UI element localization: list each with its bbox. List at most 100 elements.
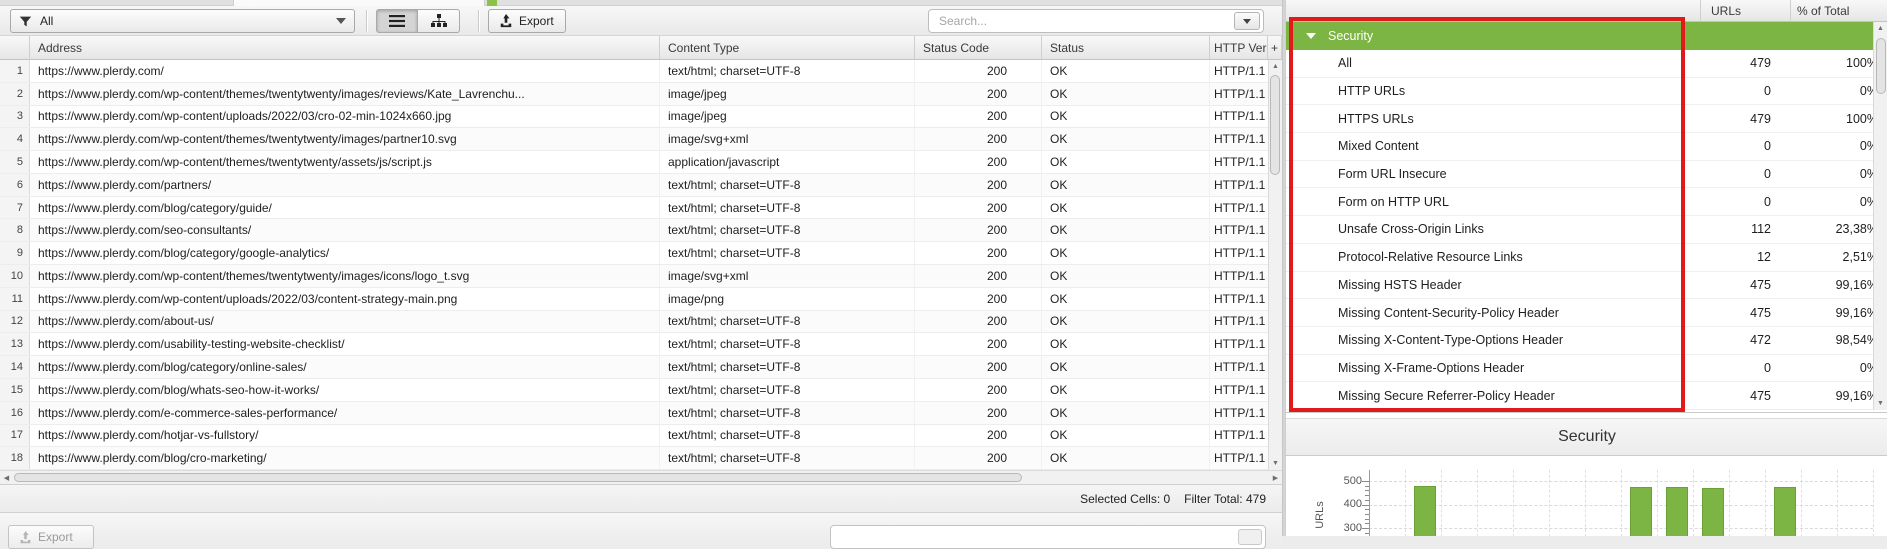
column-header-status-code[interactable]: Status Code xyxy=(915,36,1042,60)
table-vertical-scrollbar[interactable]: ▲ ▼ xyxy=(1268,60,1281,470)
lower-pane-export-button[interactable]: Export xyxy=(8,525,94,549)
address-cell[interactable]: https://www.plerdy.com/usability-testing… xyxy=(30,333,660,355)
overview-filter-row[interactable]: Missing X-Content-Type-Options Header472… xyxy=(1286,327,1887,355)
address-cell[interactable]: https://www.plerdy.com/blog/whats-seo-ho… xyxy=(30,379,660,401)
status-code-cell[interactable]: 200 xyxy=(915,197,1042,219)
content-type-cell[interactable]: text/html; charset=UTF-8 xyxy=(660,333,915,355)
address-cell[interactable]: https://www.plerdy.com/ xyxy=(30,60,660,82)
scroll-right-arrow-icon[interactable]: ▶ xyxy=(1269,471,1282,484)
status-cell[interactable]: OK xyxy=(1042,219,1210,241)
overview-filter-row[interactable]: Missing Secure Referrer-Policy Header475… xyxy=(1286,382,1887,410)
status-code-cell[interactable]: 200 xyxy=(915,128,1042,150)
status-code-cell[interactable]: 200 xyxy=(915,242,1042,264)
address-cell[interactable]: https://www.plerdy.com/wp-content/upload… xyxy=(30,106,660,128)
address-cell[interactable]: https://www.plerdy.com/wp-content/themes… xyxy=(30,265,660,287)
scroll-down-arrow-icon[interactable]: ▼ xyxy=(1269,457,1282,470)
overview-filter-row[interactable]: Mixed Content00% xyxy=(1286,133,1887,161)
content-type-cell[interactable]: image/png xyxy=(660,288,915,310)
address-cell[interactable]: https://www.plerdy.com/blog/cro-marketin… xyxy=(30,447,660,469)
list-view-button[interactable] xyxy=(376,9,418,33)
status-cell[interactable]: OK xyxy=(1042,402,1210,424)
status-code-cell[interactable]: 200 xyxy=(915,106,1042,128)
status-cell[interactable]: OK xyxy=(1042,333,1210,355)
status-code-cell[interactable]: 200 xyxy=(915,311,1042,333)
status-cell[interactable]: OK xyxy=(1042,311,1210,333)
content-type-cell[interactable]: text/html; charset=UTF-8 xyxy=(660,311,915,333)
column-header-content-type[interactable]: Content Type xyxy=(660,36,915,60)
status-code-cell[interactable]: 200 xyxy=(915,83,1042,105)
address-cell[interactable]: https://www.plerdy.com/hotjar-vs-fullsto… xyxy=(30,425,660,447)
content-type-cell[interactable]: image/svg+xml xyxy=(660,265,915,287)
overview-filter-row[interactable]: Missing Content-Security-Policy Header47… xyxy=(1286,299,1887,327)
overview-filter-row[interactable]: Unsafe Cross-Origin Links11223,38% xyxy=(1286,216,1887,244)
content-type-cell[interactable]: text/html; charset=UTF-8 xyxy=(660,356,915,378)
address-cell[interactable]: https://www.plerdy.com/wp-content/themes… xyxy=(30,151,660,173)
content-type-cell[interactable]: image/jpeg xyxy=(660,106,915,128)
overview-urls-column-header[interactable]: URLs xyxy=(1701,0,1791,22)
status-cell[interactable]: OK xyxy=(1042,425,1210,447)
status-cell[interactable]: OK xyxy=(1042,447,1210,469)
column-header-http-version[interactable]: HTTP Vers xyxy=(1210,36,1268,60)
overview-vertical-scrollbar[interactable]: ▲ ▼ xyxy=(1873,22,1887,410)
scroll-down-arrow-icon[interactable]: ▼ xyxy=(1874,397,1887,410)
content-type-cell[interactable]: text/html; charset=UTF-8 xyxy=(660,197,915,219)
overview-filter-row[interactable]: Missing HSTS Header47599,16% xyxy=(1286,272,1887,300)
status-code-cell[interactable]: 200 xyxy=(915,425,1042,447)
content-type-cell[interactable]: text/html; charset=UTF-8 xyxy=(660,425,915,447)
overview-filter-row[interactable]: Protocol-Relative Resource Links122,51% xyxy=(1286,244,1887,272)
status-cell[interactable]: OK xyxy=(1042,242,1210,264)
vertical-scroll-thumb[interactable] xyxy=(1876,38,1886,94)
status-code-cell[interactable]: 200 xyxy=(915,60,1042,82)
status-code-cell[interactable]: 200 xyxy=(915,379,1042,401)
lower-pane-search-options-button[interactable] xyxy=(1238,529,1262,545)
overview-filter-row[interactable]: Missing X-Frame-Options Header00% xyxy=(1286,355,1887,383)
table-horizontal-scrollbar[interactable]: ◀ ▶ xyxy=(0,470,1282,484)
status-code-cell[interactable]: 200 xyxy=(915,265,1042,287)
address-cell[interactable]: https://www.plerdy.com/blog/category/onl… xyxy=(30,356,660,378)
security-section-header[interactable]: Security xyxy=(1286,22,1887,50)
status-cell[interactable]: OK xyxy=(1042,265,1210,287)
status-cell[interactable]: OK xyxy=(1042,174,1210,196)
overview-filter-row[interactable]: Form URL Insecure00% xyxy=(1286,161,1887,189)
horizontal-scroll-thumb[interactable] xyxy=(14,473,1022,482)
search-options-button[interactable] xyxy=(1234,12,1260,30)
address-cell[interactable]: https://www.plerdy.com/e-commerce-sales-… xyxy=(30,402,660,424)
overview-filter-row[interactable]: HTTPS URLs479100% xyxy=(1286,105,1887,133)
column-header-status[interactable]: Status xyxy=(1042,36,1210,60)
address-cell[interactable]: https://www.plerdy.com/wp-content/upload… xyxy=(30,288,660,310)
content-type-cell[interactable]: text/html; charset=UTF-8 xyxy=(660,379,915,401)
content-type-cell[interactable]: text/html; charset=UTF-8 xyxy=(660,219,915,241)
content-type-cell[interactable]: text/html; charset=UTF-8 xyxy=(660,447,915,469)
address-cell[interactable]: https://www.plerdy.com/seo-consultants/ xyxy=(30,219,660,241)
content-type-cell[interactable]: text/html; charset=UTF-8 xyxy=(660,174,915,196)
content-type-cell[interactable]: image/svg+xml xyxy=(660,128,915,150)
scroll-up-arrow-icon[interactable]: ▲ xyxy=(1269,60,1282,73)
content-type-cell[interactable]: text/html; charset=UTF-8 xyxy=(660,402,915,424)
vertical-scroll-thumb[interactable] xyxy=(1270,75,1280,175)
status-code-cell[interactable]: 200 xyxy=(915,402,1042,424)
address-cell[interactable]: https://www.plerdy.com/wp-content/themes… xyxy=(30,128,660,150)
export-button[interactable]: Export xyxy=(488,9,566,33)
content-type-cell[interactable]: text/html; charset=UTF-8 xyxy=(660,242,915,264)
column-header-address[interactable]: Address xyxy=(30,36,660,60)
status-cell[interactable]: OK xyxy=(1042,197,1210,219)
status-cell[interactable]: OK xyxy=(1042,151,1210,173)
status-code-cell[interactable]: 200 xyxy=(915,288,1042,310)
status-cell[interactable]: OK xyxy=(1042,83,1210,105)
overview-filter-row[interactable]: Form on HTTP URL00% xyxy=(1286,188,1887,216)
status-cell[interactable]: OK xyxy=(1042,106,1210,128)
status-code-cell[interactable]: 200 xyxy=(915,356,1042,378)
content-type-cell[interactable]: application/javascript xyxy=(660,151,915,173)
search-input[interactable] xyxy=(929,14,1234,28)
overview-pct-column-header[interactable]: % of Total xyxy=(1791,0,1887,22)
collapse-triangle-icon[interactable] xyxy=(1306,33,1316,39)
address-cell[interactable]: https://www.plerdy.com/partners/ xyxy=(30,174,660,196)
overview-filter-row[interactable]: All479100% xyxy=(1286,50,1887,78)
status-code-cell[interactable]: 200 xyxy=(915,151,1042,173)
address-cell[interactable]: https://www.plerdy.com/blog/category/gui… xyxy=(30,197,660,219)
status-cell[interactable]: OK xyxy=(1042,379,1210,401)
scroll-up-arrow-icon[interactable]: ▲ xyxy=(1874,22,1887,35)
content-type-cell[interactable]: text/html; charset=UTF-8 xyxy=(660,60,915,82)
status-code-cell[interactable]: 200 xyxy=(915,174,1042,196)
add-column-button[interactable]: + xyxy=(1268,36,1282,60)
